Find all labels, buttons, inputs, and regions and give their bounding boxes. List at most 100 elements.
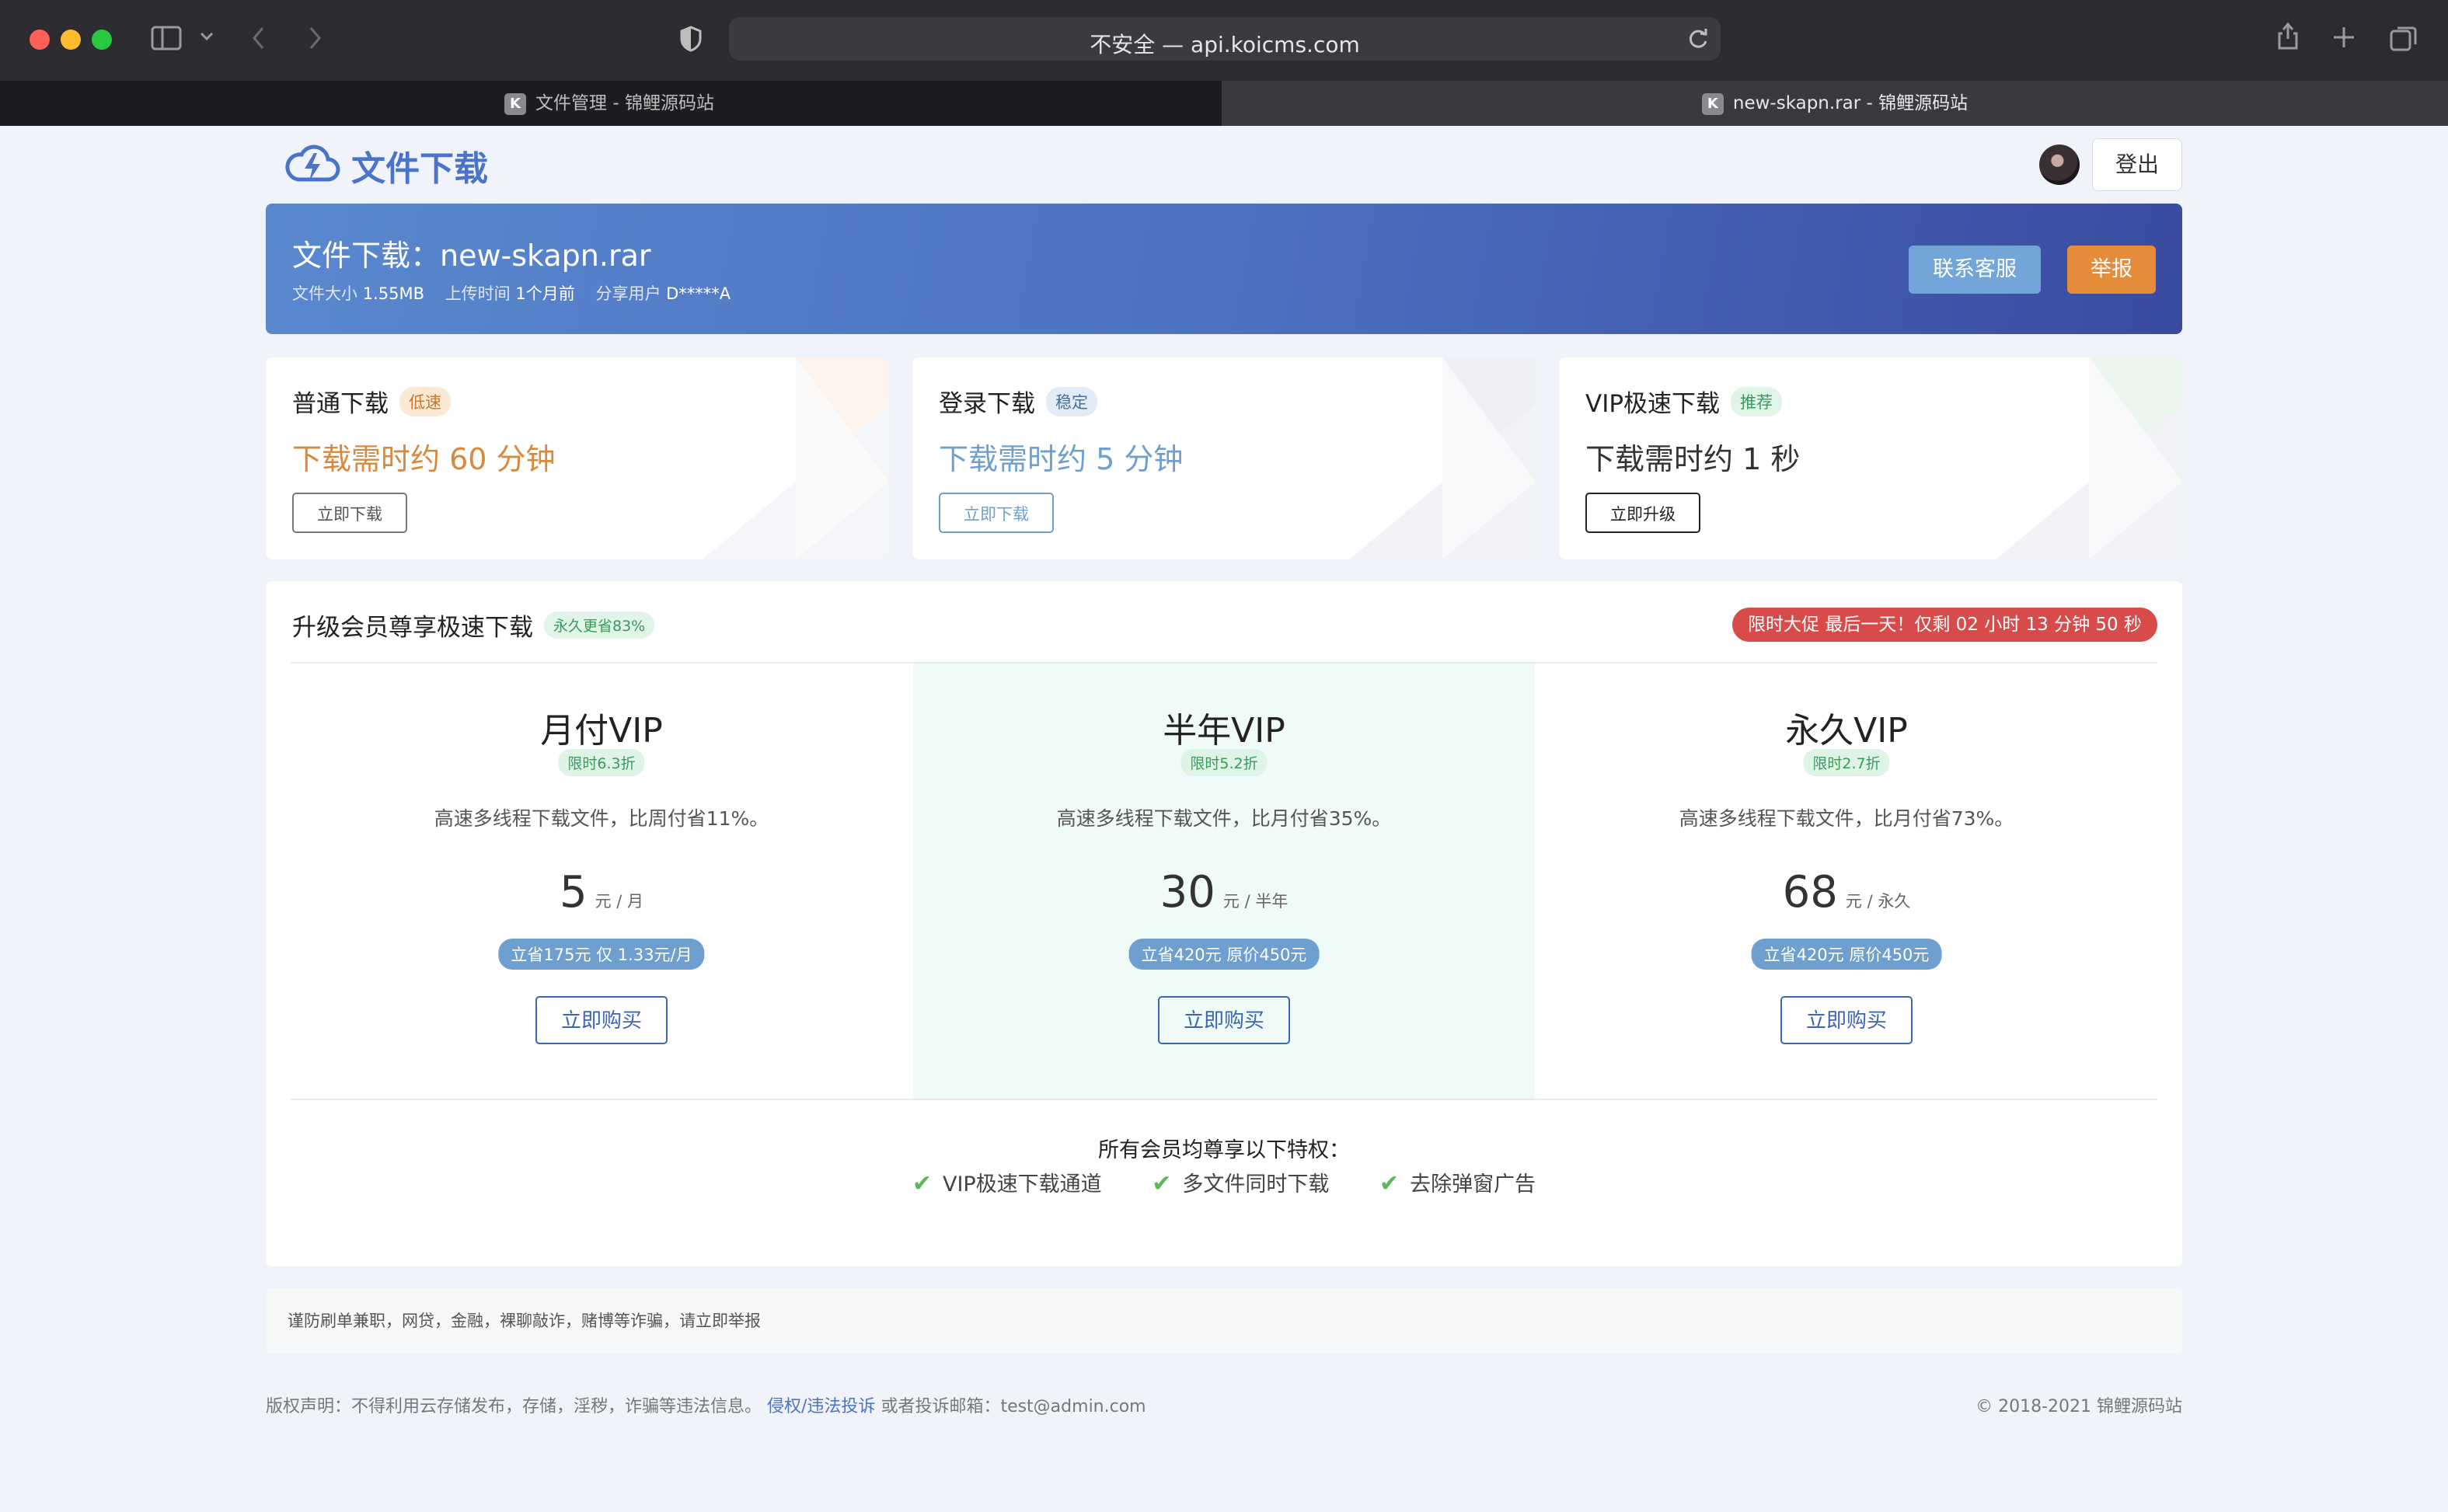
footer-statement: 版权声明：不得利用云存储发布，存储，淫秽，诈骗等违法信息。 侵权/违法投诉 或者… bbox=[266, 1392, 1146, 1417]
card-title: 普通下载 低速 bbox=[292, 384, 451, 419]
download-time: 下载需时约 1 秒 bbox=[1585, 442, 1801, 476]
plan-monthly: 月付VIP 限时6.3折 高速多线程下载文件，比周付省11%。 5 元 / 月 立… bbox=[291, 664, 912, 1099]
file-banner: 文件下载：new-skapn.rar 文件大小 1.55MB 上传时间 1个月前… bbox=[266, 204, 2182, 334]
card-title: VIP极速下载 推荐 bbox=[1585, 384, 1783, 419]
download-now-button[interactable]: 立即下载 bbox=[939, 493, 1054, 533]
plan-name: 半年VIP bbox=[1163, 711, 1285, 751]
share-value: D*****A bbox=[666, 284, 731, 303]
url-text: 不安全 — api.koicms.com bbox=[1090, 32, 1360, 57]
complaint-email: 或者投诉邮箱：test@admin.com bbox=[881, 1397, 1146, 1416]
card-title: 登录下载 稳定 bbox=[939, 384, 1097, 419]
checkmark-icon: ✔ bbox=[912, 1170, 932, 1197]
plan-discount-badge: 限时6.3折 bbox=[558, 749, 645, 776]
checkmark-icon: ✔ bbox=[1379, 1170, 1400, 1197]
new-tab-icon[interactable] bbox=[2331, 25, 2356, 53]
card-decoration bbox=[703, 357, 889, 559]
plan-savings-badge: 立省420元 原价450元 bbox=[1128, 939, 1320, 970]
share-label: 分享用户 bbox=[595, 284, 661, 303]
speed-tag: 低速 bbox=[399, 386, 451, 416]
card-decoration bbox=[1349, 357, 1536, 559]
promo-countdown-badge: 限时大促 最后一天！仅剩 02 小时 13 分钟 50 秒 bbox=[1732, 608, 2157, 642]
buy-now-button[interactable]: 立即购买 bbox=[1158, 996, 1290, 1044]
avatar[interactable] bbox=[2039, 145, 2080, 185]
chevron-down-icon[interactable] bbox=[199, 26, 214, 48]
plan-price: 5 元 / 月 bbox=[291, 867, 912, 918]
plan-lifetime: 永久VIP 限时2.7折 高速多线程下载文件，比月付省73%。 68 元 / 永久… bbox=[1536, 664, 2157, 1099]
upload-value: 1个月前 bbox=[515, 284, 575, 303]
privacy-shield-icon[interactable] bbox=[679, 25, 703, 56]
plan-name: 永久VIP bbox=[1785, 711, 1908, 751]
vip-heading: 升级会员尊享极速下载 永久更省83% bbox=[292, 608, 655, 643]
login-download-card: 登录下载 稳定 下载需时约 5 分钟 立即下载 bbox=[912, 357, 1536, 559]
vip-heading-text: 升级会员尊享极速下载 bbox=[292, 614, 533, 642]
price-value: 5 bbox=[559, 867, 588, 918]
download-time: 下载需时约 60 分钟 bbox=[292, 442, 556, 476]
card-title-text: VIP极速下载 bbox=[1585, 390, 1721, 418]
plan-name: 月付VIP bbox=[540, 711, 663, 751]
perk-label: 去除弹窗广告 bbox=[1410, 1172, 1536, 1197]
perk-item: ✔ VIP极速下载通道 bbox=[912, 1167, 1102, 1197]
plan-price: 30 元 / 半年 bbox=[913, 867, 1535, 918]
tab-label: new-skapn.rar - 锦鲤源码站 bbox=[1732, 93, 1969, 113]
checkmark-icon: ✔ bbox=[1152, 1170, 1172, 1197]
download-time: 下载需时约 5 分钟 bbox=[939, 442, 1184, 476]
copyright-statement: 版权声明：不得利用云存储发布，存储，淫秽，诈骗等违法信息。 bbox=[266, 1397, 762, 1416]
report-button[interactable]: 举报 bbox=[2067, 246, 2156, 294]
price-value: 30 bbox=[1159, 867, 1215, 918]
divider bbox=[291, 1099, 2157, 1100]
file-title: 文件下载：new-skapn.rar bbox=[292, 239, 651, 273]
zoom-window-button[interactable] bbox=[92, 30, 112, 50]
browser-titlebar: 不安全 — api.koicms.com bbox=[0, 0, 2448, 81]
minimize-window-button[interactable] bbox=[61, 30, 81, 50]
tab-file-manager[interactable]: K 文件管理 - 锦鲤源码站 bbox=[0, 81, 1219, 126]
back-icon[interactable] bbox=[250, 25, 267, 54]
plan-description: 高速多线程下载文件，比月付省73%。 bbox=[1679, 807, 2014, 830]
reload-icon[interactable] bbox=[1686, 26, 1710, 54]
plan-description: 高速多线程下载文件，比周付省11%。 bbox=[434, 807, 769, 830]
buy-now-button[interactable]: 立即购买 bbox=[1780, 996, 1913, 1044]
plan-savings-badge: 立省420元 原价450元 bbox=[1751, 939, 1942, 970]
close-window-button[interactable] bbox=[30, 30, 50, 50]
perk-item: ✔ 去除弹窗广告 bbox=[1379, 1167, 1536, 1197]
plan-half-year: 半年VIP 限时5.2折 高速多线程下载文件，比月付省35%。 30 元 / 半年… bbox=[913, 664, 1535, 1099]
price-unit: 元 / 半年 bbox=[1222, 892, 1289, 911]
vip-heading-tag: 永久更省83% bbox=[544, 611, 655, 639]
perk-item: ✔ 多文件同时下载 bbox=[1152, 1167, 1329, 1197]
perks-list: ✔ VIP极速下载通道 ✔ 多文件同时下载 ✔ 去除弹窗广告 bbox=[266, 1167, 2182, 1197]
plan-savings-badge: 立省175元 仅 1.33元/月 bbox=[498, 939, 705, 970]
plan-description: 高速多线程下载文件，比月付省35%。 bbox=[1056, 807, 1392, 830]
card-title-text: 登录下载 bbox=[939, 390, 1035, 418]
price-value: 68 bbox=[1782, 867, 1838, 918]
tab-label: 文件管理 - 锦鲤源码站 bbox=[535, 93, 714, 113]
tab-strip: K 文件管理 - 锦鲤源码站 Knew-skapn.rar - 锦鲤源码站 bbox=[0, 81, 2448, 126]
sidebar-toggle-icon[interactable] bbox=[151, 25, 182, 54]
address-bar[interactable]: 不安全 — api.koicms.com bbox=[729, 17, 1721, 61]
plan-discount-badge: 限时2.7折 bbox=[1803, 749, 1890, 776]
logout-button[interactable]: 登出 bbox=[2092, 138, 2182, 191]
favicon: K bbox=[504, 92, 527, 115]
normal-download-card: 普通下载 低速 下载需时约 60 分钟 立即下载 bbox=[266, 357, 889, 559]
tab-overview-icon[interactable] bbox=[2389, 23, 2418, 56]
fraud-warning-notice: 谨防刷单兼职，网贷，金融，裸聊敲诈，赌博等诈骗，请立即举报 bbox=[266, 1288, 2182, 1353]
cloud-lightning-icon bbox=[284, 142, 340, 189]
upload-label: 上传时间 bbox=[445, 284, 511, 303]
share-icon[interactable] bbox=[2275, 20, 2300, 54]
card-title-text: 普通下载 bbox=[292, 390, 389, 418]
vip-download-card: VIP极速下载 推荐 下载需时约 1 秒 立即升级 bbox=[1559, 357, 2182, 559]
contact-service-button[interactable]: 联系客服 bbox=[1909, 246, 2041, 294]
plan-price: 68 元 / 永久 bbox=[1536, 867, 2157, 918]
site-brand[interactable]: 文件下载 bbox=[284, 138, 488, 193]
buy-now-button[interactable]: 立即购买 bbox=[535, 996, 668, 1044]
speed-tag: 稳定 bbox=[1046, 386, 1097, 416]
tab-file-download[interactable]: Knew-skapn.rar - 锦鲤源码站 bbox=[1222, 81, 2448, 126]
perk-label: 多文件同时下载 bbox=[1182, 1172, 1330, 1197]
brand-title: 文件下载 bbox=[351, 149, 488, 189]
download-now-button[interactable]: 立即下载 bbox=[292, 493, 407, 533]
price-unit: 元 / 月 bbox=[595, 892, 644, 911]
file-meta: 文件大小 1.55MB 上传时间 1个月前 分享用户 D*****A bbox=[292, 281, 731, 305]
favicon: K bbox=[1701, 92, 1724, 115]
upgrade-now-button[interactable]: 立即升级 bbox=[1585, 493, 1700, 533]
forward-icon[interactable] bbox=[306, 25, 323, 54]
complaint-link[interactable]: 侵权/违法投诉 bbox=[767, 1397, 875, 1416]
size-label: 文件大小 bbox=[292, 284, 357, 303]
